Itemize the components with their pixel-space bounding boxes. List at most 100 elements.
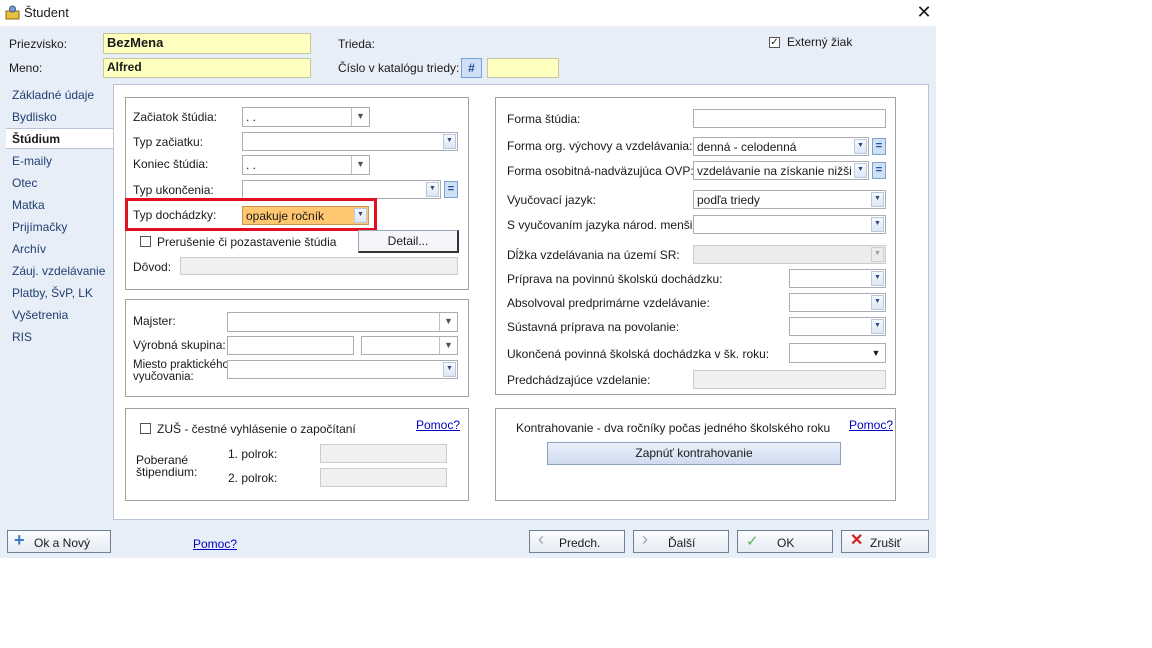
study-end-date[interactable]: . . ▼ <box>242 155 370 175</box>
end-type-equals-button[interactable]: = <box>444 181 458 198</box>
chevron-down-icon[interactable]: ▼ <box>869 346 883 360</box>
catalog-number-field[interactable] <box>487 58 559 78</box>
duration-label: Dĺžka vzdelávania na území SR: <box>507 248 680 262</box>
interrupt-label: Prerušenie či pozastavenie štúdia <box>157 235 337 249</box>
zus-help-link[interactable]: Pomoc? <box>416 418 460 432</box>
reason-field[interactable] <box>180 257 458 275</box>
study-form-label: Forma štúdia: <box>507 112 581 126</box>
org-form-select[interactable]: denná - celodenná ▼ <box>693 137 869 156</box>
master-select[interactable]: ▼ <box>227 312 458 332</box>
production-group-field[interactable] <box>227 336 354 355</box>
study-start-label: Začiatok štúdia: <box>133 110 218 124</box>
zus-label: ZUŠ - čestné vyhlásenie o započítaní <box>157 422 356 436</box>
org-form-value: denná - celodenná <box>697 140 797 154</box>
sidebar-item-basic[interactable]: Základné údaje <box>12 88 94 102</box>
external-student-label: Externý žiak <box>787 35 853 49</box>
reason-label: Dôvod: <box>133 260 172 274</box>
previous-education-field[interactable] <box>693 370 886 389</box>
language-select[interactable]: podľa triedy ▼ <box>693 190 886 209</box>
preprimary-select[interactable]: ▼ <box>789 293 886 312</box>
semester1-label: 1. polrok: <box>228 447 278 461</box>
external-student-checkbox[interactable]: ✓ <box>769 37 780 48</box>
close-icon: ✕ <box>850 532 864 549</box>
minority-language-label: S vyučovaním jazyka národ. menšiny: <box>507 218 709 232</box>
sidebar-item-study[interactable]: Štúdium <box>12 132 60 146</box>
system-prep-label: Sústavná príprava na povolanie: <box>507 320 680 334</box>
chevron-down-icon[interactable]: ▼ <box>854 139 867 154</box>
previous-button[interactable]: ‹ Predch. <box>529 530 625 553</box>
chevron-down-icon[interactable]: ▼ <box>871 217 884 232</box>
prep-select[interactable]: ▼ <box>789 269 886 288</box>
contract-label: Kontrahovanie - dva ročníky počas jednéh… <box>516 421 831 435</box>
cancel-button[interactable]: ✕ Zrušiť <box>841 530 929 553</box>
surname-field[interactable]: BezMena <box>103 33 311 54</box>
master-label: Majster: <box>133 314 176 328</box>
sidebar-item-interests[interactable]: Záuj. vzdelávanie <box>12 264 105 278</box>
name-field[interactable]: Alfred <box>103 58 311 78</box>
ok-label: OK <box>777 536 795 550</box>
system-prep-select[interactable]: ▼ <box>789 317 886 336</box>
sidebar-item-examinations[interactable]: Vyšetrenia <box>12 308 68 322</box>
ok-new-button[interactable]: + Ok a Nový <box>7 530 111 553</box>
ok-new-label: Ok a Nový <box>34 536 91 550</box>
contract-help-link[interactable]: Pomoc? <box>849 418 893 432</box>
title-bar: Študent ✕ <box>0 0 936 26</box>
detail-button[interactable]: Detail... <box>358 230 459 253</box>
sidebar-item-mother[interactable]: Matka <box>12 198 45 212</box>
chevron-down-icon[interactable]: ▼ <box>871 192 884 207</box>
minority-language-select[interactable]: ▼ <box>693 215 886 234</box>
chevron-down-icon[interactable]: ▼ <box>439 337 457 354</box>
semester1-field[interactable] <box>320 444 447 463</box>
chevron-down-icon[interactable]: ▼ <box>426 182 439 197</box>
chevron-down-icon[interactable]: ▼ <box>854 163 867 178</box>
sidebar-item-address[interactable]: Bydlisko <box>12 110 57 124</box>
special-form-equals-button[interactable]: = <box>872 162 886 179</box>
completed-year-select[interactable]: ▼ <box>789 343 886 363</box>
next-button[interactable]: › Ďalší <box>633 530 729 553</box>
chevron-down-icon[interactable]: ▼ <box>439 313 457 331</box>
ok-button[interactable]: ✓ OK <box>737 530 833 553</box>
interrupt-checkbox[interactable] <box>140 236 151 247</box>
production-group-select[interactable]: ▼ <box>361 336 458 355</box>
close-icon[interactable]: ✕ <box>914 2 934 22</box>
footer-help-link[interactable]: Pomoc? <box>193 537 237 551</box>
start-type-select[interactable]: ▼ <box>242 132 458 151</box>
practice-place-select[interactable]: ▼ <box>227 360 458 379</box>
sidebar-item-archive[interactable]: Archív <box>12 242 46 256</box>
chevron-down-icon[interactable]: ▼ <box>443 362 456 377</box>
special-form-select[interactable]: vzdelávanie na získanie nižšieh ▼ <box>693 161 869 180</box>
special-form-label: Forma osobitná-nadväzujúca OVP: <box>507 164 694 178</box>
sidebar-item-payments[interactable]: Platby, ŠvP, LK <box>12 286 93 300</box>
window-title: Študent <box>24 5 69 20</box>
class-label: Trieda: <box>338 37 375 51</box>
study-start-date[interactable]: . . ▼ <box>242 107 370 127</box>
org-form-equals-button[interactable]: = <box>872 138 886 155</box>
previous-label: Predch. <box>559 536 601 550</box>
chevron-down-icon[interactable]: ▼ <box>443 134 456 149</box>
sidebar-item-emails[interactable]: E-maily <box>12 154 52 168</box>
chevron-down-icon[interactable]: ▼ <box>351 156 369 174</box>
study-form-field[interactable] <box>693 109 886 128</box>
chevron-down-icon[interactable]: ▼ <box>871 271 884 286</box>
study-end-label: Koniec štúdia: <box>133 157 209 171</box>
duration-select[interactable]: ▼ <box>693 245 886 264</box>
sidebar-item-admissions[interactable]: Prijímačky <box>12 220 67 234</box>
scholarship-label: Poberané štipendium: <box>136 453 198 479</box>
plus-icon: + <box>14 530 25 550</box>
end-type-label: Typ ukončenia: <box>133 183 214 197</box>
production-group-label: Výrobná skupina: <box>133 338 226 352</box>
catalog-number-button[interactable]: # <box>461 58 482 78</box>
chevron-down-icon[interactable]: ▼ <box>871 247 884 262</box>
chevron-down-icon[interactable]: ▼ <box>351 108 369 126</box>
sidebar-item-father[interactable]: Otec <box>12 176 37 190</box>
end-type-select[interactable]: ▼ <box>242 180 441 199</box>
student-dialog: Študent ✕ Priezvisko: BezMena Meno: Alfr… <box>0 0 936 558</box>
chevron-down-icon[interactable]: ▼ <box>871 295 884 310</box>
cancel-label: Zrušiť <box>870 536 902 550</box>
zus-checkbox[interactable] <box>140 423 151 434</box>
highlight-box <box>125 198 377 231</box>
sidebar-item-ris[interactable]: RIS <box>12 330 32 344</box>
chevron-down-icon[interactable]: ▼ <box>871 319 884 334</box>
enable-contract-button[interactable]: Zapnúť kontrahovanie <box>547 442 841 465</box>
semester2-field[interactable] <box>320 468 447 487</box>
